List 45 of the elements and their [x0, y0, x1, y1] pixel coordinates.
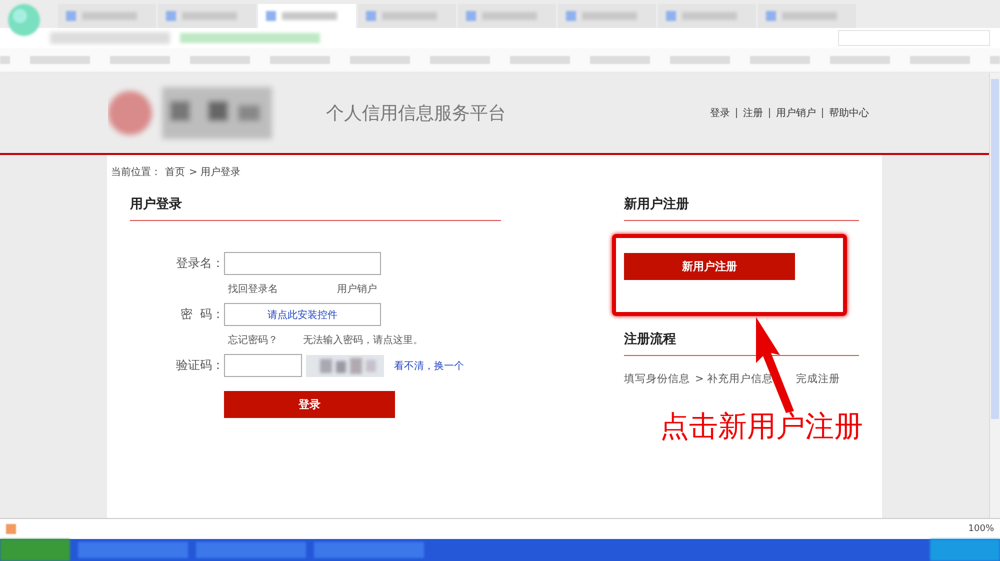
taskbar-button[interactable]	[78, 542, 188, 558]
browser-tab[interactable]	[58, 4, 156, 28]
login-button[interactable]: 登录	[224, 391, 395, 418]
system-tray	[930, 539, 1000, 561]
taskbar-button[interactable]	[196, 542, 306, 558]
browser-tab[interactable]	[258, 4, 356, 28]
header-link[interactable]: 登录	[710, 106, 730, 120]
section-heading: 用户登录	[130, 196, 183, 214]
process-step: 完成注册	[796, 372, 840, 386]
browser-tab[interactable]	[358, 4, 456, 28]
browser-tab[interactable]	[158, 4, 256, 28]
password-field[interactable]: 请点此安装控件	[224, 303, 381, 326]
field-label: 密 码：	[179, 306, 224, 323]
field-label: 登录名：	[175, 255, 224, 272]
start-button[interactable]	[0, 539, 70, 561]
forgot-password-link[interactable]: 忘记密码？	[228, 333, 303, 347]
browser-tab[interactable]	[558, 4, 656, 28]
field-label: 验证码：	[175, 357, 224, 374]
annotation-text: 点击新用户注册	[660, 408, 863, 445]
breadcrumb-label: 当前位置：	[111, 166, 161, 179]
username-field[interactable]	[224, 252, 381, 275]
search-field[interactable]	[838, 30, 990, 46]
breadcrumb-link[interactable]: > 用户登录	[189, 165, 241, 179]
browser-tab[interactable]	[658, 4, 756, 28]
browser-tab[interactable]	[458, 4, 556, 28]
breadcrumb-link[interactable]: 首页	[165, 165, 185, 179]
install-control-link[interactable]: 请点此安装控件	[268, 308, 338, 322]
find-name-link[interactable]: 找回登录名	[228, 282, 337, 296]
header-link[interactable]: 注册	[743, 106, 763, 120]
section-heading: 注册流程	[624, 330, 677, 349]
browser-tab[interactable]	[758, 4, 856, 28]
cancel-account-link[interactable]: 用户销户	[337, 282, 377, 296]
taskbar-button[interactable]	[314, 542, 424, 558]
process-step: > 补充用户信息	[695, 372, 774, 386]
site-title: 个人信用信息服务平台	[326, 102, 506, 125]
captcha-field[interactable]	[224, 354, 302, 377]
section-heading: 新用户注册	[624, 196, 690, 214]
header-link[interactable]: 用户销户	[776, 106, 816, 120]
refresh-captcha-link[interactable]: 看不清，换一个	[394, 358, 464, 372]
cannot-input-link[interactable]: 无法输入密码，请点这里。	[303, 333, 423, 347]
header-link[interactable]: 帮助中心	[829, 106, 869, 120]
scrollbar[interactable]	[989, 73, 1000, 518]
register-button[interactable]: 新用户注册	[624, 253, 795, 280]
process-step: 填写身份信息	[624, 372, 690, 386]
zoom-level[interactable]: 100%	[968, 524, 994, 534]
